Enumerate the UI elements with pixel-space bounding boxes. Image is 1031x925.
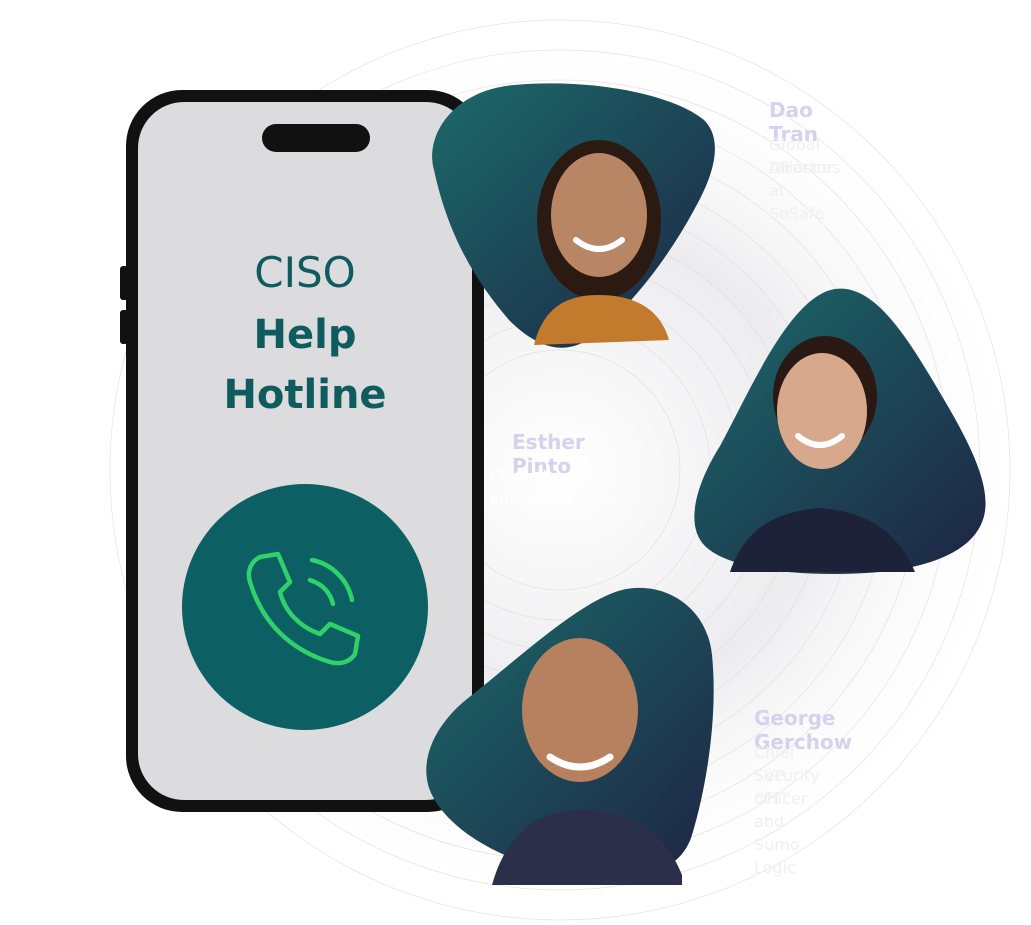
speaker-photo <box>694 288 986 575</box>
speaker-role: SVP of IT at Sumo Logic <box>754 766 800 877</box>
phone-side-button <box>120 310 128 344</box>
hotline-title-line3: Hotline <box>223 372 387 418</box>
speaker-photo <box>432 83 715 348</box>
phone-call-icon <box>246 551 361 666</box>
call-button[interactable] <box>182 484 428 730</box>
speaker-role: CISO at anecdotes <box>489 466 572 508</box>
phone-notch <box>262 124 370 152</box>
hotline-title-line2: Help <box>253 312 357 358</box>
speaker-photo <box>426 587 714 885</box>
hotline-title-line1: CISO <box>254 248 356 297</box>
speaker-role: Director at SoSafe <box>769 158 834 223</box>
phone-side-button <box>120 266 128 300</box>
